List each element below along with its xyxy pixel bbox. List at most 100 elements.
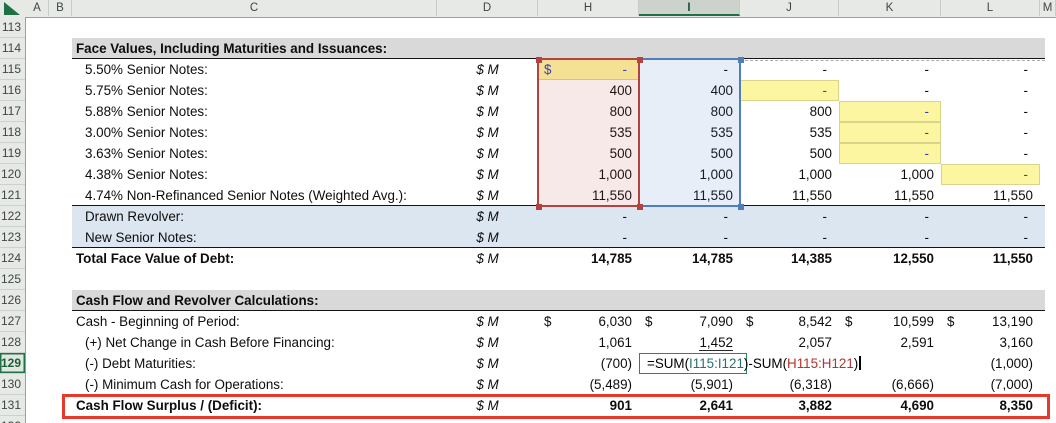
cell-L116[interactable]: - [941, 80, 1040, 101]
unit-cell-D129[interactable]: $ M [437, 353, 538, 374]
column-header-D[interactable]: D [437, 0, 538, 16]
cell-J118[interactable]: 535 [740, 122, 839, 143]
row-header-118[interactable]: 118 [0, 122, 25, 143]
cell-J128[interactable]: 2,057 [740, 332, 839, 353]
cell-H124[interactable]: 14,785 [538, 248, 639, 269]
column-header-J[interactable]: J [740, 0, 839, 16]
row-header-125[interactable]: 125 [0, 269, 25, 290]
cell-H115[interactable]: $ - [538, 59, 639, 80]
column-header-I[interactable]: I [639, 0, 740, 16]
row-header-132[interactable]: 132 [0, 416, 25, 423]
cell-H120[interactable]: 1,000 [538, 164, 639, 185]
row-label-128[interactable]: (+) Net Change in Cash Before Financing: [85, 332, 442, 353]
row-label-122[interactable]: Drawn Revolver: [85, 206, 442, 227]
unit-cell-D124[interactable]: $ M [437, 248, 538, 269]
unit-cell-D116[interactable]: $ M [437, 80, 538, 101]
column-header-M[interactable]: M [1040, 0, 1056, 16]
cell-J116[interactable]: - [740, 80, 839, 101]
cell-H129[interactable]: (700) [538, 353, 639, 374]
cell-L117[interactable]: - [941, 101, 1040, 122]
row-header-123[interactable]: 123 [0, 227, 25, 248]
unit-cell-D120[interactable]: $ M [437, 164, 538, 185]
cell-L128[interactable]: 3,160 [941, 332, 1040, 353]
cell-K117[interactable]: - [839, 101, 941, 122]
unit-cell-D115[interactable]: $ M [437, 59, 538, 80]
column-header-A[interactable]: A [26, 0, 49, 16]
column-header-H[interactable]: H [538, 0, 639, 16]
unit-cell-D128[interactable]: $ M [437, 332, 538, 353]
cell-I124[interactable]: 14,785 [639, 248, 740, 269]
row-label-130[interactable]: (-) Minimum Cash for Operations: [85, 374, 442, 395]
cell-I119[interactable]: 500 [639, 143, 740, 164]
cell-H128[interactable]: 1,061 [538, 332, 639, 353]
cell-I127[interactable]: $7,090 [639, 311, 740, 332]
row-header-129[interactable]: 129 [0, 353, 25, 374]
cell-J115[interactable]: - [740, 59, 839, 80]
cell-L123[interactable]: - [941, 227, 1040, 248]
row-header-117[interactable]: 117 [0, 101, 25, 122]
cell-I128[interactable]: 1,452 [639, 332, 740, 353]
cell-H130[interactable]: (5,489) [538, 374, 639, 395]
cell-J122[interactable]: - [740, 206, 839, 227]
cell-H123[interactable]: - [538, 227, 639, 248]
cell-L118[interactable]: - [941, 122, 1040, 143]
cell-I122[interactable]: - [639, 206, 740, 227]
row-header-120[interactable]: 120 [0, 164, 25, 185]
cell-H127[interactable]: $6,030 [538, 311, 639, 332]
cell-L124[interactable]: 11,550 [941, 248, 1040, 269]
row-label-124[interactable]: Total Face Value of Debt: [76, 248, 433, 269]
row-label-118[interactable]: 3.00% Senior Notes: [85, 122, 442, 143]
row-header-130[interactable]: 130 [0, 374, 25, 395]
cell-K128[interactable]: 2,591 [839, 332, 941, 353]
cell-L120[interactable]: - [941, 164, 1040, 185]
row-header-127[interactable]: 127 [0, 311, 25, 332]
cell-L131[interactable]: 8,350 [941, 395, 1040, 416]
cell-I121[interactable]: 11,550 [639, 185, 740, 206]
unit-cell-D131[interactable]: $ M [437, 395, 538, 416]
cell-L115[interactable]: - [941, 59, 1040, 80]
column-header-C[interactable]: C [72, 0, 437, 16]
cell-I130[interactable]: (5,901) [639, 374, 740, 395]
cell-K115[interactable]: - [839, 59, 941, 80]
cell-J121[interactable]: 11,550 [740, 185, 839, 206]
row-label-127[interactable]: Cash - Beginning of Period: [76, 311, 433, 332]
row-label-123[interactable]: New Senior Notes: [85, 227, 442, 248]
cell-L121[interactable]: 11,550 [941, 185, 1040, 206]
cell-H116[interactable]: 400 [538, 80, 639, 101]
row-header-126[interactable]: 126 [0, 290, 25, 311]
cell-K124[interactable]: 12,550 [839, 248, 941, 269]
cell-I118[interactable]: 535 [639, 122, 740, 143]
cell-H121[interactable]: 11,550 [538, 185, 639, 206]
cell-I115[interactable]: - [639, 59, 740, 80]
column-header-K[interactable]: K [839, 0, 941, 16]
cell-H117[interactable]: 800 [538, 101, 639, 122]
cell-J117[interactable]: 800 [740, 101, 839, 122]
unit-cell-D121[interactable]: $ M [437, 185, 538, 206]
cell-J130[interactable]: (6,318) [740, 374, 839, 395]
row-label-117[interactable]: 5.88% Senior Notes: [85, 101, 442, 122]
cell-I123[interactable]: - [639, 227, 740, 248]
row-header-119[interactable]: 119 [0, 143, 25, 164]
cell-K131[interactable]: 4,690 [839, 395, 941, 416]
row-header-113[interactable]: 113 [0, 17, 25, 38]
unit-cell-D122[interactable]: $ M [437, 206, 538, 227]
row-header-115[interactable]: 115 [0, 59, 25, 80]
cell-H119[interactable]: 500 [538, 143, 639, 164]
row-label-119[interactable]: 3.63% Senior Notes: [85, 143, 442, 164]
cell-L127[interactable]: $13,190 [941, 311, 1040, 332]
cell-H122[interactable]: - [538, 206, 639, 227]
row-label-115[interactable]: 5.50% Senior Notes: [85, 59, 442, 80]
cell-I116[interactable]: 400 [639, 80, 740, 101]
cell-J120[interactable]: 1,000 [740, 164, 839, 185]
cell-K120[interactable]: 1,000 [839, 164, 941, 185]
row-label-116[interactable]: 5.75% Senior Notes: [85, 80, 442, 101]
cell-I120[interactable]: 1,000 [639, 164, 740, 185]
column-header-B[interactable]: B [49, 0, 72, 16]
unit-cell-D130[interactable]: $ M [437, 374, 538, 395]
unit-cell-D127[interactable]: $ M [437, 311, 538, 332]
cell-K116[interactable]: - [839, 80, 941, 101]
cell-H131[interactable]: 901 [538, 395, 639, 416]
cell-L122[interactable]: - [941, 206, 1040, 227]
row-header-128[interactable]: 128 [0, 332, 25, 353]
unit-cell-D119[interactable]: $ M [437, 143, 538, 164]
